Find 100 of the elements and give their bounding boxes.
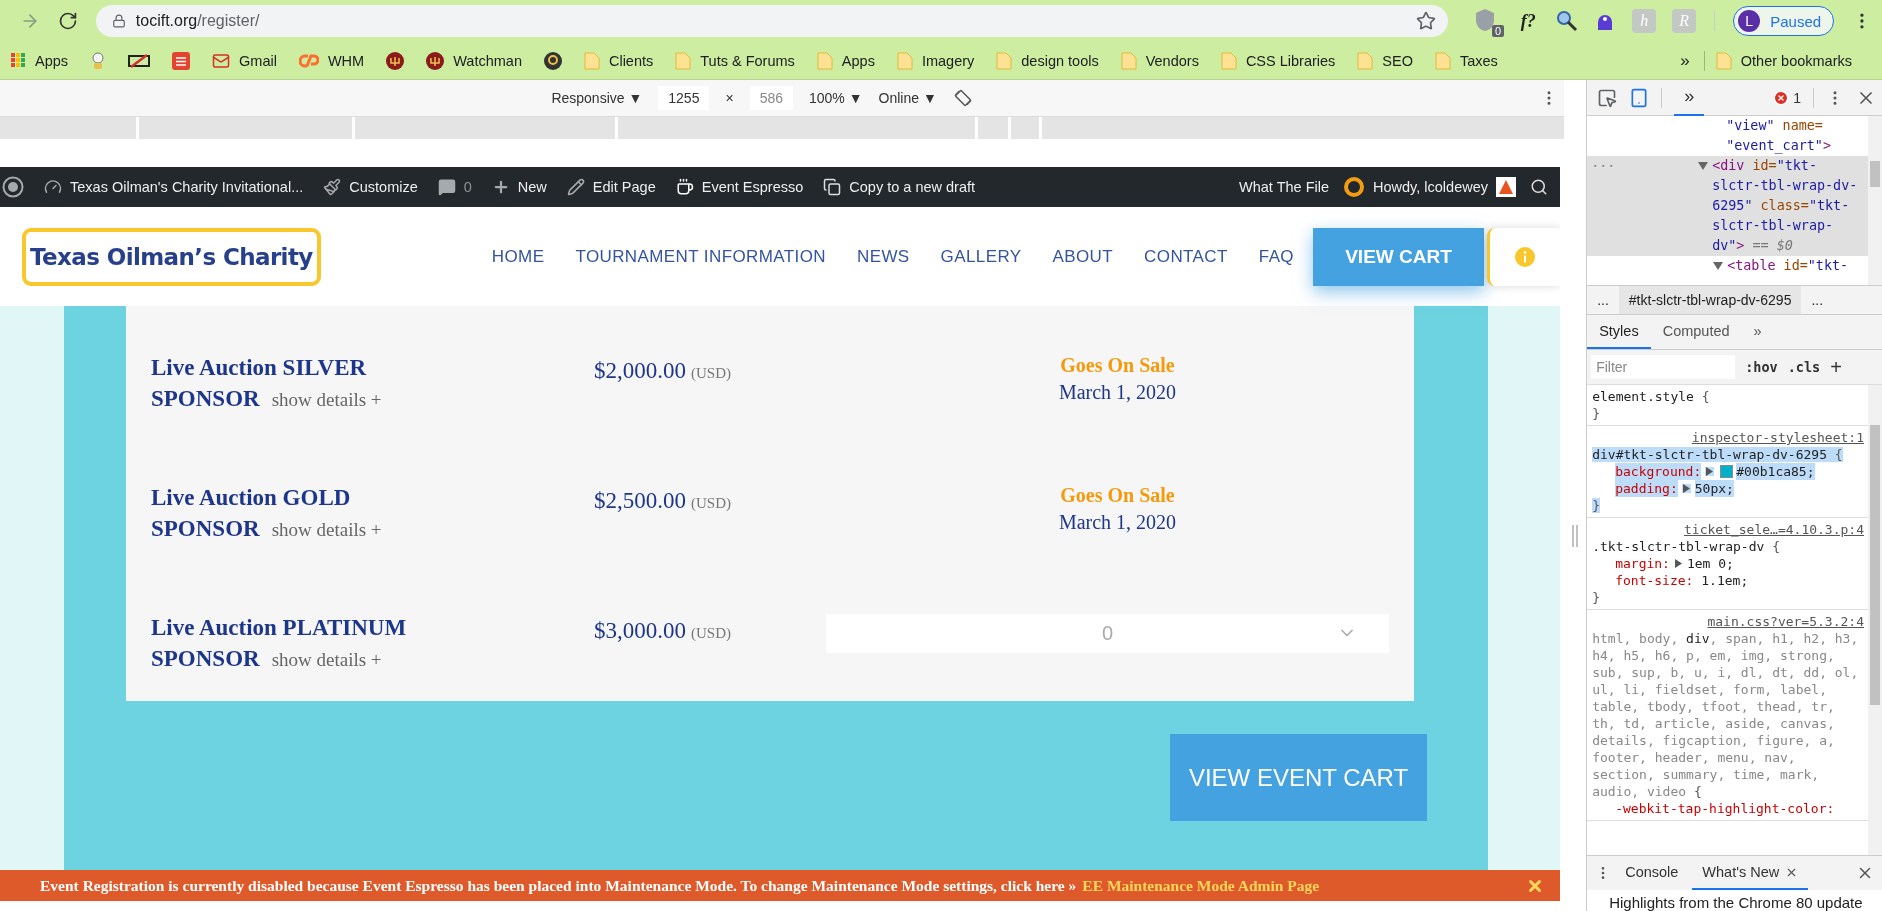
- bookmark[interactable]: Taxes: [1423, 51, 1509, 70]
- admin-bar-link[interactable]: Texas Oilman's Charity Invitational...: [44, 178, 304, 196]
- bookmark[interactable]: Clients: [572, 51, 665, 70]
- bookmark-folder[interactable]: Other bookmarks: [1704, 51, 1882, 70]
- bookmark[interactable]: Imagery: [885, 51, 986, 70]
- device-dropdown[interactable]: Responsive ▼: [551, 90, 643, 106]
- more-bookmarks[interactable]: »: [1666, 50, 1705, 71]
- source-link[interactable]: inspector-stylesheet:1: [1691, 430, 1864, 445]
- drawer-tab[interactable]: Console: [1615, 856, 1689, 890]
- logo-icon[interactable]: [2, 176, 24, 198]
- breadcrumb[interactable]: #tkt-slctr-tbl-wrap-dv-6295: [1618, 286, 1802, 314]
- search-icon[interactable]: [1530, 178, 1548, 196]
- bookmark[interactable]: design tools: [985, 51, 1110, 70]
- account-link[interactable]: Howdy, lcoldewey: [1343, 176, 1516, 198]
- bookmark[interactable]: Tuts & Forums: [664, 51, 806, 70]
- markup-line: dv"> == $0: [1712, 237, 1793, 255]
- crossed-logo-icon: [128, 52, 151, 69]
- class-toggle[interactable]: .cls: [1787, 359, 1821, 375]
- sale-date: March 1, 2020: [1058, 381, 1177, 404]
- nav-link[interactable]: NEWS: [857, 246, 910, 267]
- new-rule-button[interactable]: +: [1830, 355, 1842, 379]
- address-bar[interactable]: tocift.org/register/: [95, 5, 1449, 37]
- css-selector: .tkt-slctr-tbl-wrap-dv {: [1592, 538, 1781, 555]
- bookmark[interactable]: Vendors: [1109, 51, 1210, 70]
- profile-button[interactable]: L Paused: [1733, 6, 1835, 36]
- inspect-icon[interactable]: [1597, 87, 1618, 108]
- admin-bar-link[interactable]: Copy to a new draft: [823, 178, 976, 196]
- hover-toggle[interactable]: :hov: [1745, 359, 1778, 375]
- bookmark[interactable]: SEO: [1346, 51, 1424, 70]
- admin-bar-link[interactable]: Customize: [323, 178, 418, 196]
- admin-bar-link[interactable]: Edit Page: [566, 178, 656, 196]
- height-field[interactable]: 586: [749, 86, 793, 110]
- bookmark[interactable]: Apps: [0, 52, 80, 69]
- bookmark[interactable]: Gmail: [201, 51, 288, 70]
- rotate-icon[interactable]: [952, 88, 973, 108]
- copy-icon: [823, 178, 842, 196]
- nav-link[interactable]: GALLERY: [940, 246, 1022, 267]
- bookmark[interactable]: WHM: [287, 52, 376, 69]
- network-dropdown[interactable]: Online ▼: [878, 90, 937, 106]
- source-link[interactable]: ticket_sele…=4.10.3.p:4: [1684, 522, 1864, 537]
- ticket-name: Live Auction PLATINUM SPONSOR show details +: [151, 614, 408, 673]
- site-logo[interactable]: Texas Oilman’s Charity: [22, 227, 321, 286]
- dom-node[interactable]: "view" name= "event_cart">: [1587, 116, 1868, 156]
- source-link[interactable]: main.css?ver=5.3.2:4: [1707, 614, 1864, 629]
- drawer-tab[interactable]: What's New: [1692, 856, 1809, 890]
- expand-triangle-icon[interactable]: [1681, 484, 1691, 493]
- css-declaration[interactable]: font-size: 1.1em;: [1592, 572, 1864, 589]
- expand-triangle-icon[interactable]: [1713, 262, 1724, 270]
- resize-handle-icon[interactable]: [1572, 525, 1579, 547]
- dom-node[interactable]: <table id="tkt-: [1587, 256, 1868, 276]
- color-swatch[interactable]: [1720, 465, 1734, 478]
- bookmark[interactable]: Watchman: [415, 51, 533, 70]
- nav-link[interactable]: TOURNAMENT INFORMATION: [575, 246, 826, 267]
- markup-line: <div id="tkt-: [1712, 157, 1817, 175]
- expand-triangle-icon[interactable]: [1698, 162, 1709, 170]
- nav-link[interactable]: HOME: [491, 246, 545, 267]
- css-declaration[interactable]: margin: 1em 0;: [1592, 555, 1864, 572]
- comments-link[interactable]: 0: [437, 178, 472, 196]
- device-toggle-icon[interactable]: [1629, 87, 1650, 108]
- css-selector: element.style {: [1592, 388, 1711, 405]
- expand-triangle-icon[interactable]: [1705, 467, 1715, 476]
- admin-bar-link[interactable]: New: [491, 178, 547, 196]
- ticket-name: Live Auction SILVER SPONSOR show details +: [151, 354, 383, 413]
- panels-overflow-tab[interactable]: »: [1674, 80, 1705, 116]
- currency-label: (USD): [691, 365, 731, 382]
- scrollbar[interactable]: [1868, 385, 1882, 855]
- nav-link[interactable]: ABOUT: [1052, 246, 1114, 267]
- bookmark[interactable]: CSS Libraries: [1209, 51, 1347, 70]
- dom-node[interactable]: ... <div id="tkt- slctr-tbl-wrap-dv- 6295" class="tkt- slctr-tbl-wrap- dv"> == $0: [1587, 156, 1868, 256]
- css-declaration[interactable]: -webkit-tap-highlight-color:: [1592, 800, 1864, 817]
- css-declaration[interactable]: background: #00b1ca85;: [1592, 463, 1864, 480]
- details-link[interactable]: show details +: [271, 519, 382, 540]
- scrollbar[interactable]: [1868, 116, 1882, 285]
- markup-line: slctr-tbl-wrap-: [1712, 217, 1834, 235]
- shield-icon[interactable]: [1474, 8, 1497, 32]
- stack-icon: [172, 51, 191, 70]
- details-link[interactable]: show details +: [271, 649, 382, 670]
- styles-tab[interactable]: Computed: [1650, 315, 1742, 349]
- url-text: tocift.org/register/: [135, 12, 260, 30]
- reload-icon[interactable]: [57, 11, 78, 31]
- magnifier-icon[interactable]: [1556, 10, 1579, 32]
- width-field[interactable]: 1255: [658, 86, 710, 110]
- filter-field[interactable]: Filter: [1591, 355, 1736, 379]
- css-selector: html, body, div, span, h1, h2, h3, h4, h5, h6, p, em, img, strong, sub, sup, b, u, i, dl, dt, dd, ol, ul, li, fieldset, form, label, table, tbody, tfoot, thead, tr, th, td, article, aside, canvas, details, figcaption, figure, a, footer, header, menu, nav, section, summary, time, mark, audio, video {: [1592, 630, 1860, 800]
- breadcrumb[interactable]: ...: [1587, 286, 1619, 314]
- folder-icon: [1715, 51, 1732, 70]
- extension-button[interactable]: f?: [1516, 9, 1541, 33]
- css-declaration[interactable]: padding: 50px;: [1592, 480, 1864, 497]
- nav-link[interactable]: CONTACT: [1144, 246, 1228, 267]
- zoom-dropdown[interactable]: 100% ▼: [809, 90, 863, 106]
- nav-link[interactable]: FAQ: [1258, 246, 1294, 267]
- details-link[interactable]: show details +: [271, 389, 382, 410]
- bookmark[interactable]: Apps: [805, 51, 886, 70]
- expand-triangle-icon[interactable]: [1673, 559, 1683, 568]
- markup-line: <table id="tkt-: [1727, 257, 1849, 275]
- overflow-tab[interactable]: »: [1741, 315, 1774, 349]
- breadcrumb[interactable]: ...: [1801, 286, 1834, 314]
- bookmark-star-icon[interactable]: [1416, 11, 1437, 31]
- admin-bar-link[interactable]: Event Espresso: [675, 178, 804, 196]
- admin-bar-link[interactable]: What The File: [1239, 179, 1329, 195]
